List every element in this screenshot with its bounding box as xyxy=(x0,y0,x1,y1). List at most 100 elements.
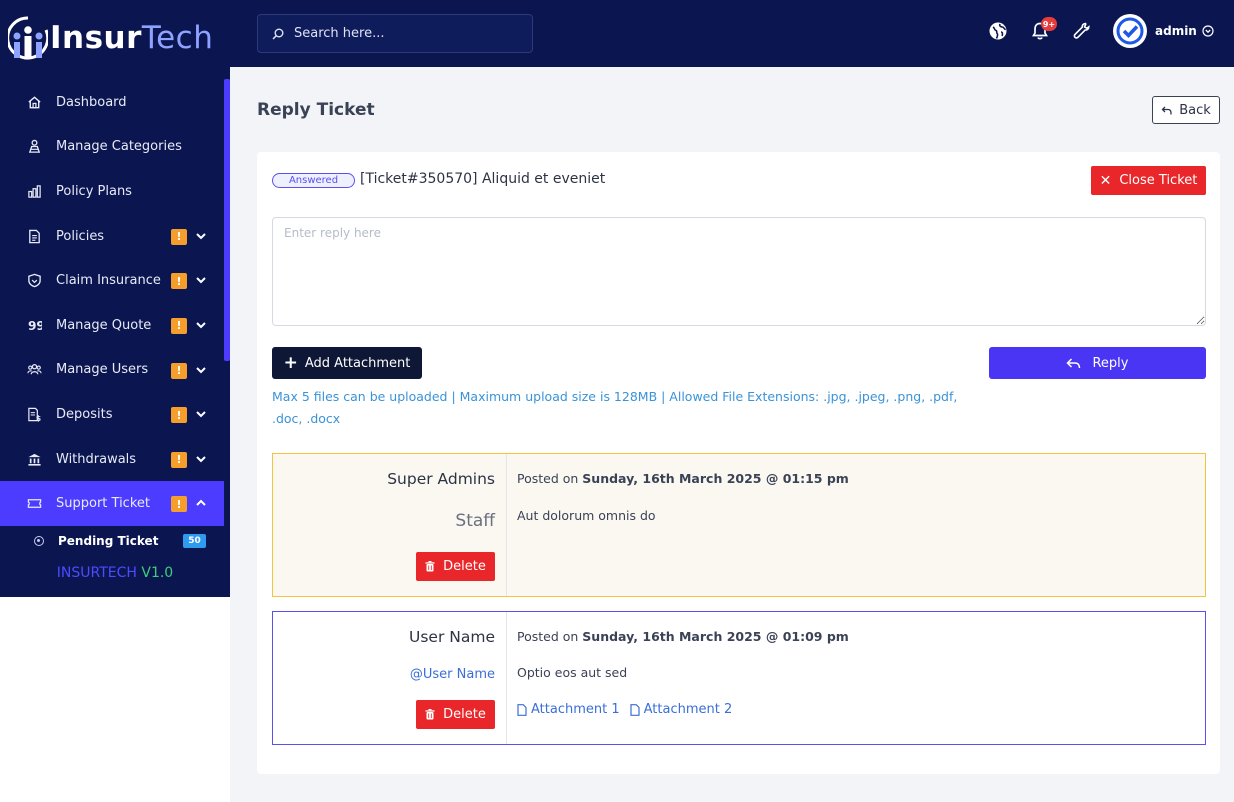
chevron-down-icon[interactable] xyxy=(194,229,208,243)
trash-icon xyxy=(425,561,435,572)
warning-badge: ! xyxy=(171,317,187,334)
ticket-title: [Ticket#350570] Aliquid et eveniet xyxy=(360,171,606,187)
sidebar-item-policies[interactable]: Policies ! xyxy=(0,214,224,259)
sidebar-item-withdrawals[interactable]: Withdrawals ! xyxy=(0,437,224,482)
sidebar-subitem-pending-ticket[interactable]: Pending Ticket 50 xyxy=(0,526,224,556)
wrench-icon[interactable] xyxy=(1072,21,1092,41)
status-badge: Answered xyxy=(272,173,355,188)
sidebar-item-manage-users[interactable]: Manage Users ! xyxy=(0,348,224,393)
close-ticket-label: Close Ticket xyxy=(1119,173,1198,188)
close-icon: ✕ xyxy=(1099,172,1112,189)
warning-badge: ! xyxy=(171,362,187,379)
logo-icon xyxy=(6,16,50,60)
close-ticket-button[interactable]: ✕ Close Ticket xyxy=(1091,166,1206,195)
brand-logo[interactable]: InsurTech xyxy=(6,16,214,60)
topbar: 9+ admin xyxy=(230,0,1234,67)
sidebar-item-label: Manage Quote xyxy=(56,317,152,333)
sidebar-item-label: Policy Plans xyxy=(56,183,132,199)
chevron-down-icon[interactable] xyxy=(194,407,208,421)
sidebar-item-label: Dashboard xyxy=(56,94,127,110)
file-icon xyxy=(630,703,640,716)
back-arrow-icon xyxy=(1161,106,1172,114)
chevron-up-icon[interactable] xyxy=(194,496,208,510)
svg-text:$: $ xyxy=(35,414,40,422)
search-box[interactable] xyxy=(257,14,533,53)
warning-badge: ! xyxy=(171,496,187,513)
home-icon xyxy=(26,94,42,110)
sidebar-item-label: Claim Insurance xyxy=(56,273,161,289)
deposit-icon: $ xyxy=(26,406,42,422)
reply-button[interactable]: Reply xyxy=(989,347,1206,379)
sidebar-item-claim-insurance[interactable]: Claim Insurance ! xyxy=(0,258,224,303)
sidebar-item-label: Withdrawals xyxy=(56,451,137,467)
svg-text:99: 99 xyxy=(27,319,41,333)
message-body: Optio eos aut sed xyxy=(517,665,628,680)
sidebar-nav: Dashboard Manage Categories Policy Plans… xyxy=(0,80,224,556)
message-author-panel: User Name @User Name Delete xyxy=(273,612,507,744)
attachment-label: Attachment 1 xyxy=(531,702,620,717)
globe-icon[interactable] xyxy=(988,21,1008,41)
message-handle[interactable]: @User Name xyxy=(410,667,495,682)
message-role: Staff xyxy=(455,511,495,531)
message-body: Aut dolorum omnis do xyxy=(517,508,656,523)
upload-info-text: Max 5 files can be uploaded | Maximum up… xyxy=(272,389,958,426)
ticket-icon xyxy=(26,496,42,512)
attachment-link-1[interactable]: Attachment 1 xyxy=(517,702,620,717)
chevron-down-icon[interactable] xyxy=(1202,25,1214,37)
attachment-link-2[interactable]: Attachment 2 xyxy=(630,702,733,717)
reply-icon xyxy=(1066,357,1081,368)
categories-icon xyxy=(26,139,42,155)
message-posted-date: Posted on Sunday, 16th March 2025 @ 01:1… xyxy=(517,471,849,486)
quote-icon: 99 xyxy=(26,317,42,333)
chart-icon xyxy=(26,183,42,199)
search-input[interactable] xyxy=(294,26,514,41)
chevron-down-icon[interactable] xyxy=(194,452,208,466)
message-author: User Name xyxy=(409,628,495,646)
sidebar-item-policy-plans[interactable]: Policy Plans xyxy=(0,169,224,214)
warning-badge: ! xyxy=(171,407,187,424)
page-title: Reply Ticket xyxy=(257,100,375,120)
delete-button[interactable]: Delete xyxy=(416,700,495,729)
delete-button[interactable]: Delete xyxy=(416,552,495,581)
message-author-panel: Super Admins Staff Delete xyxy=(273,454,507,596)
chevron-down-icon[interactable] xyxy=(194,273,208,287)
shield-icon xyxy=(26,273,42,289)
add-attachment-button[interactable]: + Add Attachment xyxy=(272,347,422,379)
version-label: INSURTECH V1.0 xyxy=(56,565,174,581)
sidebar-item-support-ticket[interactable]: Support Ticket ! xyxy=(0,481,224,526)
sidebar-item-manage-categories[interactable]: Manage Categories xyxy=(0,125,224,170)
reply-textarea[interactable] xyxy=(272,217,1206,326)
sidebar-item-label: Support Ticket xyxy=(56,496,150,512)
message-author: Super Admins xyxy=(387,470,495,488)
radio-dot-icon xyxy=(34,535,44,546)
delete-button-label: Delete xyxy=(443,707,486,722)
chevron-down-icon[interactable] xyxy=(194,318,208,332)
back-button-label: Back xyxy=(1179,102,1211,118)
warning-badge: ! xyxy=(171,273,187,290)
sidebar-item-label: Manage Users xyxy=(56,362,149,378)
sidebar-item-deposits[interactable]: $ Deposits ! xyxy=(0,392,224,437)
message-card-admin: Super Admins Staff Delete Posted on Sund… xyxy=(272,453,1206,597)
user-name[interactable]: admin xyxy=(1155,24,1197,38)
plus-icon: + xyxy=(283,353,298,373)
chevron-down-icon[interactable] xyxy=(194,363,208,377)
document-icon xyxy=(26,228,42,244)
avatar[interactable] xyxy=(1113,14,1147,48)
delete-button-label: Delete xyxy=(443,559,486,574)
count-badge: 50 xyxy=(183,533,206,548)
sidebar-item-label: Deposits xyxy=(56,406,113,422)
sidebar-item-label: Manage Categories xyxy=(56,139,182,155)
bank-icon xyxy=(26,451,42,467)
brand-name: InsurTech xyxy=(50,20,214,56)
attachment-label: Attachment 2 xyxy=(643,702,733,717)
warning-badge: ! xyxy=(171,228,187,245)
users-icon xyxy=(26,362,42,378)
sidebar-item-dashboard[interactable]: Dashboard xyxy=(0,80,224,125)
sidebar-subitem-label: Pending Ticket xyxy=(58,533,159,548)
notification-badge: 9+ xyxy=(1041,17,1057,31)
back-button[interactable]: Back xyxy=(1152,96,1220,124)
sidebar-item-manage-quote[interactable]: 99 Manage Quote ! xyxy=(0,303,224,348)
ticket-card: Answered [Ticket#350570] Aliquid et even… xyxy=(257,152,1220,774)
sidebar: InsurTech Dashboard Manage Categories Po… xyxy=(0,0,230,597)
reply-button-label: Reply xyxy=(1092,355,1129,371)
